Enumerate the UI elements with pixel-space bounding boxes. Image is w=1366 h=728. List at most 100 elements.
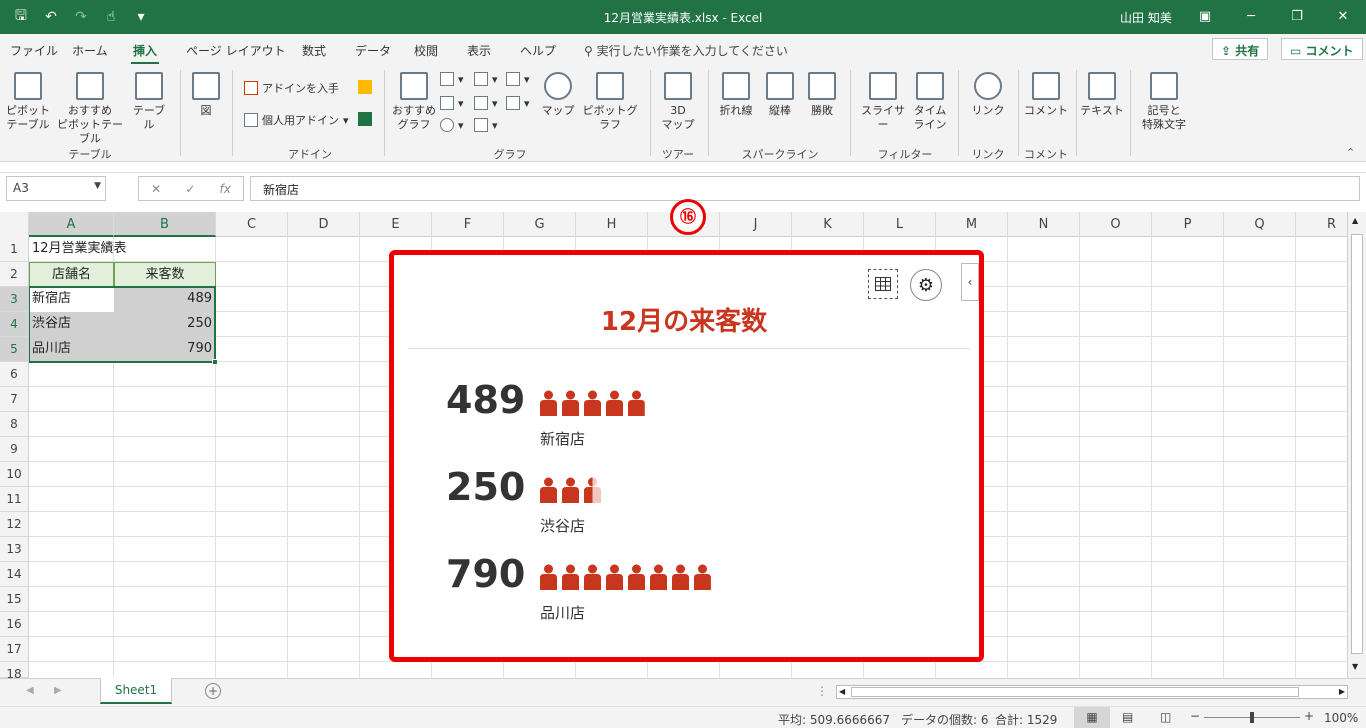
column-header-d[interactable]: D xyxy=(288,212,360,237)
collapse-panel-button[interactable]: ‹ xyxy=(961,263,979,301)
row-header-1[interactable]: 1 xyxy=(0,237,29,262)
column-header-h[interactable]: H xyxy=(576,212,648,237)
column-header-l[interactable]: L xyxy=(864,212,936,237)
image-button[interactable]: 図 xyxy=(188,72,224,118)
scatter-chart-icon[interactable]: ▾ xyxy=(474,118,498,132)
statistic-chart-icon[interactable]: ▾ xyxy=(474,96,498,110)
sheet-tab-sheet1[interactable]: Sheet1 xyxy=(100,678,172,704)
timeline-button[interactable]: タイム ライン xyxy=(910,72,950,132)
horizontal-scroll-thumb[interactable] xyxy=(851,687,1299,697)
row-header-3[interactable]: 3 xyxy=(0,287,29,312)
3d-map-button[interactable]: 3D マップ xyxy=(658,72,698,132)
prev-sheet-icon[interactable]: ◀ xyxy=(26,685,34,696)
minimize-button[interactable]: ─ xyxy=(1228,0,1274,34)
tab-view[interactable]: 表示 xyxy=(467,42,491,59)
formula-input[interactable]: 新宿店 xyxy=(250,176,1360,201)
select-all-button[interactable] xyxy=(0,212,29,237)
column-header-f[interactable]: F xyxy=(432,212,504,237)
column-header-p[interactable]: P xyxy=(1152,212,1224,237)
column-chart-icon[interactable]: ▾ xyxy=(440,72,464,86)
row-header-13[interactable]: 13 xyxy=(0,537,29,562)
scroll-right-icon[interactable]: ▶ xyxy=(1339,686,1345,698)
column-header-g[interactable]: G xyxy=(504,212,576,237)
people-graph-icon[interactable] xyxy=(358,112,372,126)
name-box[interactable]: A3 ▼ xyxy=(6,176,106,201)
recommended-chart-button[interactable]: おすすめ グラフ xyxy=(390,72,438,132)
tab-help[interactable]: ヘルプ xyxy=(520,42,556,59)
pivot-table-button[interactable]: ピボット テーブル xyxy=(6,72,50,132)
row-header-7[interactable]: 7 xyxy=(0,387,29,412)
column-header-k[interactable]: K xyxy=(792,212,864,237)
column-header-e[interactable]: E xyxy=(360,212,432,237)
column-header-b[interactable]: B xyxy=(114,212,216,237)
symbol-button[interactable]: 記号と 特殊文字 xyxy=(1134,72,1194,132)
row-header-15[interactable]: 15 xyxy=(0,587,29,612)
normal-view-icon[interactable]: ▦ xyxy=(1074,707,1110,728)
my-addins-button[interactable]: 個人用アドイン ▾ xyxy=(244,112,349,128)
next-sheet-icon[interactable]: ▶ xyxy=(54,685,62,696)
bing-icon[interactable] xyxy=(358,80,372,94)
row-header-16[interactable]: 16 xyxy=(0,612,29,637)
cancel-icon[interactable]: ✕ xyxy=(151,182,161,196)
sparkline-line-button[interactable]: 折れ線 xyxy=(716,72,756,118)
close-button[interactable]: ✕ xyxy=(1320,0,1366,34)
pie-chart-icon[interactable]: ▾ xyxy=(440,118,464,132)
tab-file[interactable]: ファイル xyxy=(10,42,58,59)
share-button[interactable]: ⇪ 共有 xyxy=(1212,38,1269,60)
enter-icon[interactable]: ✓ xyxy=(185,182,195,196)
cell-a1[interactable]: 12月営業実績表 xyxy=(29,237,219,262)
people-graph-addin[interactable]: ⚙ ‹ 12月の来客数 489 新宿店 250 渋谷店 790 品川店 xyxy=(389,250,984,662)
combo-chart-icon[interactable]: ▾ xyxy=(506,96,530,110)
waterfall-chart-icon[interactable]: ▾ xyxy=(506,72,530,86)
tab-formulas[interactable]: 数式 xyxy=(302,42,326,59)
cell-header-visitors[interactable]: 来客数 xyxy=(114,262,216,287)
row-header-5[interactable]: 5 xyxy=(0,337,29,362)
row-header-18[interactable]: 18 xyxy=(0,662,29,681)
tab-home[interactable]: ホーム xyxy=(72,42,108,59)
vertical-scrollbar[interactable]: ▲ ▼ xyxy=(1347,212,1366,678)
zoom-level[interactable]: 100% xyxy=(1324,711,1358,725)
row-header-6[interactable]: 6 xyxy=(0,362,29,387)
column-header-o[interactable]: O xyxy=(1080,212,1152,237)
ribbon-collapse-icon[interactable]: ⌃ xyxy=(1346,146,1355,159)
column-header-m[interactable]: M xyxy=(936,212,1008,237)
comments-button[interactable]: ▭ コメント xyxy=(1281,38,1363,60)
zoom-in-icon[interactable]: + xyxy=(1304,709,1314,723)
comment-button[interactable]: コメント xyxy=(1024,72,1068,118)
row-header-17[interactable]: 17 xyxy=(0,637,29,662)
ribbon-display-icon[interactable]: ▣ xyxy=(1182,0,1228,34)
hierarchy-chart-icon[interactable]: ▾ xyxy=(474,72,498,86)
horizontal-scrollbar[interactable]: ◀ ▶ xyxy=(836,685,1348,699)
add-sheet-icon[interactable]: + xyxy=(205,683,221,699)
tab-data[interactable]: データ xyxy=(355,42,391,59)
scroll-down-icon[interactable]: ▼ xyxy=(1352,662,1358,671)
page-break-view-icon[interactable]: ◫ xyxy=(1160,710,1171,724)
column-header-j[interactable]: J xyxy=(720,212,792,237)
scroll-up-icon[interactable]: ▲ xyxy=(1352,216,1358,225)
scroll-left-icon[interactable]: ◀ xyxy=(839,686,845,698)
slicer-button[interactable]: スライサー xyxy=(856,72,910,132)
row-header-9[interactable]: 9 xyxy=(0,437,29,462)
page-layout-view-icon[interactable]: ▤ xyxy=(1122,710,1133,724)
row-header-12[interactable]: 12 xyxy=(0,512,29,537)
fill-handle[interactable] xyxy=(212,359,218,365)
row-header-14[interactable]: 14 xyxy=(0,562,29,587)
column-header-n[interactable]: N xyxy=(1008,212,1080,237)
table-button[interactable]: テーブル xyxy=(128,72,170,132)
restore-button[interactable]: ❐ xyxy=(1274,0,1320,34)
tab-insert[interactable]: 挿入 xyxy=(130,42,160,64)
text-button[interactable]: テキスト xyxy=(1080,72,1124,118)
row-header-11[interactable]: 11 xyxy=(0,487,29,512)
zoom-slider-thumb[interactable] xyxy=(1250,712,1254,723)
vertical-scroll-thumb[interactable] xyxy=(1351,234,1363,654)
column-header-q[interactable]: Q xyxy=(1224,212,1296,237)
split-handle-icon[interactable]: ⋮ xyxy=(816,684,828,698)
row-header-8[interactable]: 8 xyxy=(0,412,29,437)
zoom-out-icon[interactable]: − xyxy=(1190,709,1200,723)
data-table-icon[interactable] xyxy=(868,269,898,299)
row-header-10[interactable]: 10 xyxy=(0,462,29,487)
user-name[interactable]: 山田 知美 xyxy=(1120,9,1172,26)
column-header-a[interactable]: A xyxy=(29,212,114,237)
cell-header-store[interactable]: 店舗名 xyxy=(29,262,114,287)
settings-gear-icon[interactable]: ⚙ xyxy=(910,269,942,301)
